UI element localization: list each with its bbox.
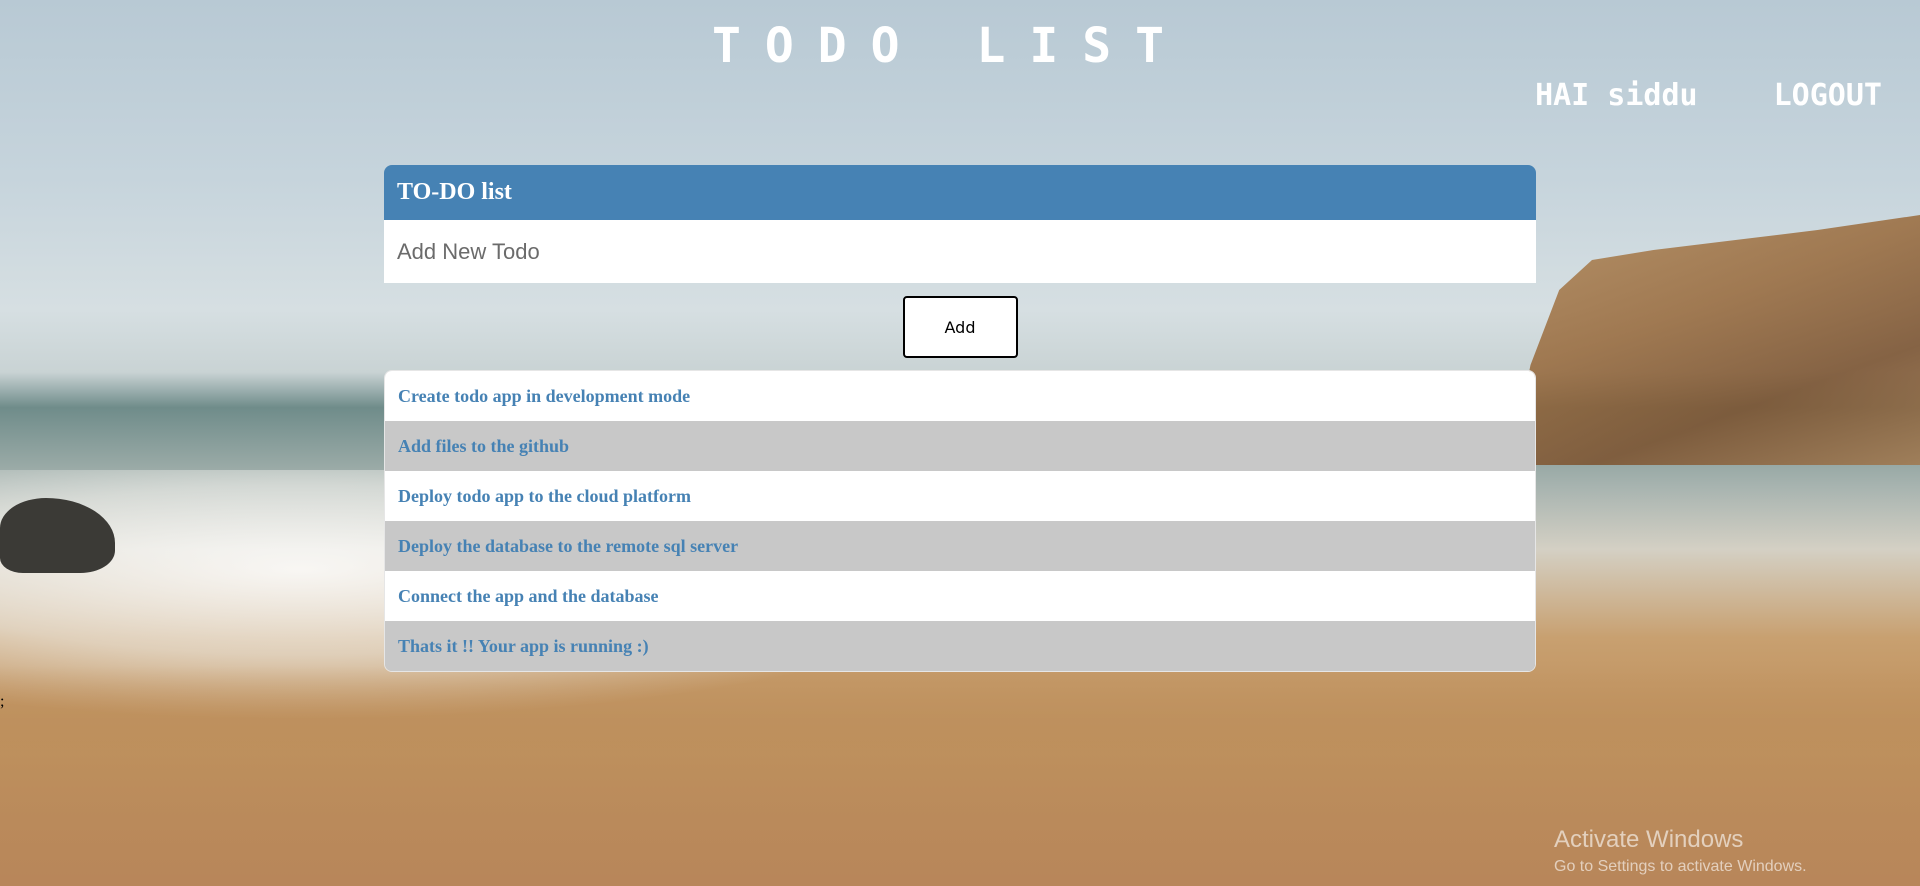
new-todo-input[interactable] — [384, 220, 1536, 283]
watermark-title: Activate Windows — [1554, 826, 1744, 853]
app-title: TODO LIST — [711, 18, 1189, 74]
todo-list: Create todo app in development mode Add … — [384, 370, 1536, 672]
todo-item[interactable]: Add files to the github — [385, 421, 1535, 471]
user-greeting: HAI siddu — [1535, 78, 1698, 113]
panel-title: TO-DO list — [384, 165, 1536, 220]
todo-panel: TO-DO list Add Create todo app in develo… — [384, 165, 1536, 672]
background-cliff — [1510, 215, 1920, 465]
todo-item[interactable]: Deploy todo app to the cloud platform — [385, 471, 1535, 521]
todo-item[interactable]: Deploy the database to the remote sql se… — [385, 521, 1535, 571]
add-button[interactable]: Add — [902, 296, 1018, 358]
todo-item[interactable]: Create todo app in development mode — [385, 371, 1535, 421]
logout-link[interactable]: LOGOUT — [1774, 78, 1882, 113]
windows-activation-watermark: Activate Windows Go to Settings to activ… — [1554, 826, 1807, 876]
add-button-container: Add — [384, 296, 1536, 358]
background-rock — [0, 498, 115, 573]
user-area: HAI siddu LOGOUT — [1535, 78, 1882, 113]
stray-text: ; — [0, 693, 5, 710]
watermark-subtitle: Go to Settings to activate Windows. — [1554, 858, 1807, 875]
todo-item[interactable]: Connect the app and the database — [385, 571, 1535, 621]
todo-item[interactable]: Thats it !! Your app is running :) — [385, 621, 1535, 671]
